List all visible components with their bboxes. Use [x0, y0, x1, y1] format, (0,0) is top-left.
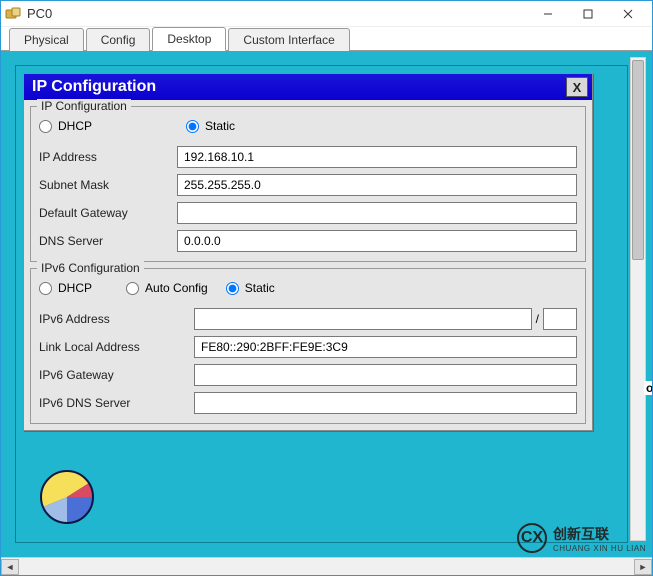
ipv6-auto-label: Auto Config: [145, 281, 208, 295]
dns-server-label: DNS Server: [39, 234, 177, 248]
watermark-logo-icon: CX: [517, 523, 547, 553]
window-title: PC0: [27, 6, 528, 21]
scroll-left-arrow[interactable]: ◄: [1, 559, 19, 575]
horizontal-scrollbar[interactable]: ◄ ►: [1, 557, 652, 575]
ip-config-dialog: IP Configuration X IP Configuration DHCP…: [23, 73, 593, 431]
ipv6-group: IPv6 Configuration DHCP Auto Config Stat…: [30, 268, 586, 424]
app-window: PC0 Physical Config Desktop Custom Inter…: [0, 0, 653, 576]
ipv6-address-label: IPv6 Address: [39, 312, 194, 326]
dialog-title: IP Configuration: [32, 78, 566, 96]
ipv4-static-radio[interactable]: [186, 120, 199, 133]
tab-desktop[interactable]: Desktop: [152, 27, 226, 51]
tab-config[interactable]: Config: [86, 28, 151, 51]
link-local-label: Link Local Address: [39, 340, 194, 354]
ipv4-static-option[interactable]: Static: [186, 119, 235, 133]
ipv6-auto-radio[interactable]: [126, 282, 139, 295]
ipv6-legend: IPv6 Configuration: [37, 261, 144, 275]
default-gateway-label: Default Gateway: [39, 206, 177, 220]
tab-custom-interface[interactable]: Custom Interface: [228, 28, 349, 51]
watermark: CX 创新互联 CHUANG XIN HU LIAN: [517, 523, 646, 553]
ipv6-static-radio[interactable]: [226, 282, 239, 295]
ipv6-dns-input[interactable]: [194, 392, 577, 414]
ipv4-group: IP Configuration DHCP Static IP Address: [30, 106, 586, 262]
ipv4-mode-row: DHCP Static: [37, 115, 579, 143]
dialog-close-button[interactable]: X: [566, 77, 588, 97]
ipv4-static-label: Static: [205, 119, 235, 133]
ipv6-gateway-label: IPv6 Gateway: [39, 368, 194, 382]
watermark-brand: 创新互联: [553, 524, 646, 544]
desktop-panel: IP Configuration X IP Configuration DHCP…: [1, 51, 652, 557]
ipv4-legend: IP Configuration: [37, 99, 131, 113]
ipv6-gateway-input[interactable]: [194, 364, 577, 386]
ipv6-static-option[interactable]: Static: [226, 281, 275, 295]
minimize-button[interactable]: [528, 2, 568, 26]
default-gateway-input[interactable]: [177, 202, 577, 224]
side-label: or: [644, 381, 652, 395]
tab-physical[interactable]: Physical: [9, 28, 84, 51]
ipv6-prefix-separator: /: [532, 312, 543, 326]
ipv4-dhcp-option[interactable]: DHCP: [39, 119, 92, 133]
ipv6-address-input[interactable]: [194, 308, 532, 330]
ipv4-dhcp-radio[interactable]: [39, 120, 52, 133]
dialog-titlebar: IP Configuration X: [24, 74, 592, 100]
ipv6-dhcp-label: DHCP: [58, 281, 92, 295]
scroll-track[interactable]: [19, 559, 634, 575]
tab-bar: Physical Config Desktop Custom Interface: [1, 27, 652, 51]
subnet-mask-input[interactable]: [177, 174, 577, 196]
link-local-input[interactable]: [194, 336, 577, 358]
ipv6-dhcp-radio[interactable]: [39, 282, 52, 295]
scroll-right-arrow[interactable]: ►: [634, 559, 652, 575]
ipv6-mode-row: DHCP Auto Config Static: [37, 277, 579, 305]
watermark-sub: CHUANG XIN HU LIAN: [553, 544, 646, 553]
ipv6-dns-label: IPv6 DNS Server: [39, 396, 194, 410]
ipv6-prefix-input[interactable]: [543, 308, 577, 330]
ipv6-dhcp-option[interactable]: DHCP: [39, 281, 92, 295]
ipv6-auto-option[interactable]: Auto Config: [126, 281, 208, 295]
ipv4-dhcp-label: DHCP: [58, 119, 92, 133]
dns-server-input[interactable]: [177, 230, 577, 252]
subnet-mask-label: Subnet Mask: [39, 178, 177, 192]
pie-chart-icon: [37, 463, 101, 527]
scrollbar-thumb[interactable]: [632, 60, 644, 260]
ip-address-label: IP Address: [39, 150, 177, 164]
ipv6-static-label: Static: [245, 281, 275, 295]
ip-address-input[interactable]: [177, 146, 577, 168]
app-icon: [5, 6, 21, 22]
close-button[interactable]: [608, 2, 648, 26]
vertical-scrollbar[interactable]: [630, 57, 646, 541]
titlebar: PC0: [1, 1, 652, 27]
maximize-button[interactable]: [568, 2, 608, 26]
